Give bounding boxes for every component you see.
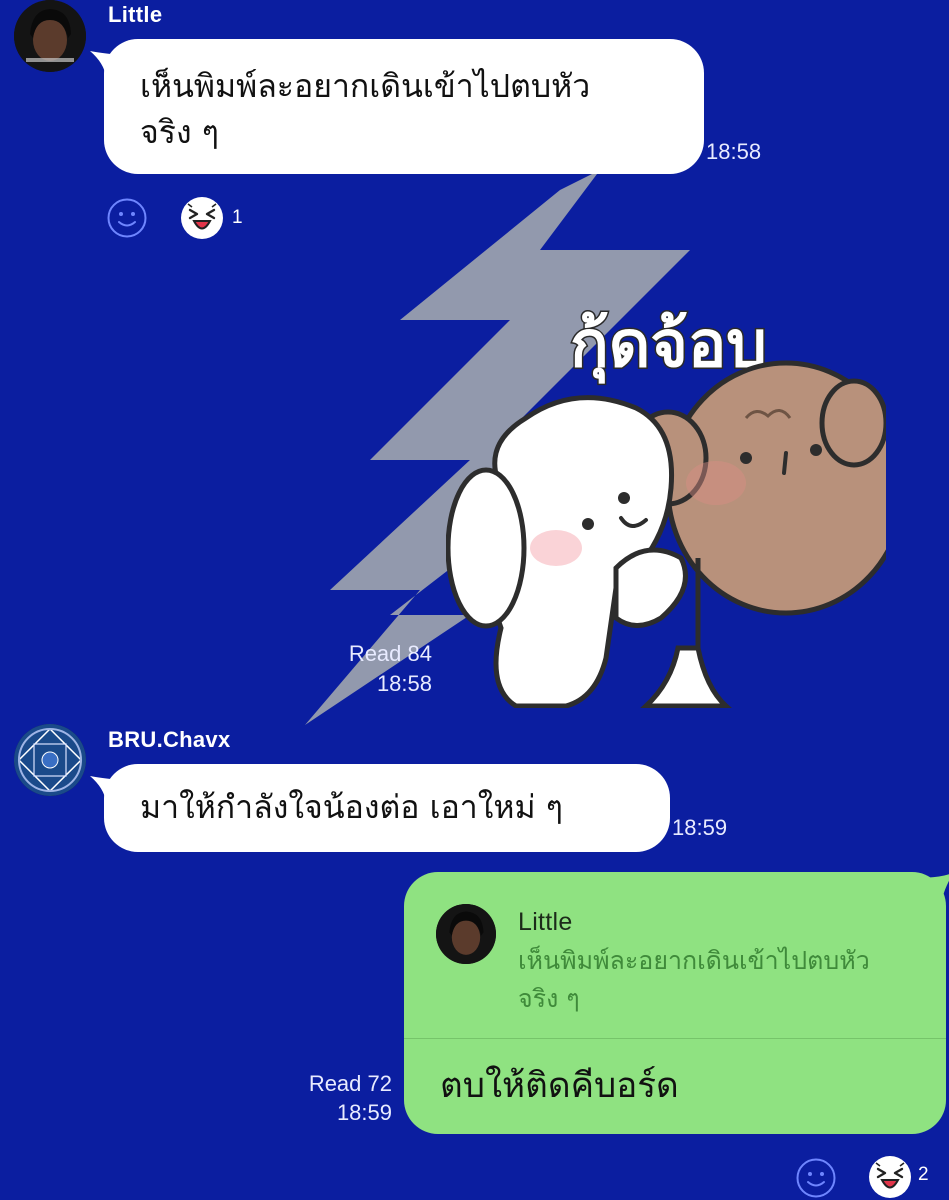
sender-name: Little (108, 2, 163, 27)
message-time: 18:59 (672, 815, 728, 840)
message-text-line: เห็นพิมพ์ละอยากเดินเข้าไปตบหัว (140, 67, 591, 105)
reaction-count: 1 (232, 207, 243, 228)
bubble-tail (90, 776, 120, 802)
message-time: 18:59 (336, 1100, 392, 1125)
add-reaction-button[interactable] (107, 198, 147, 238)
reply-text: ตบให้ติดคีบอร์ด (440, 1066, 679, 1106)
bubble-tail (90, 51, 120, 77)
add-reaction-button[interactable] (796, 1158, 836, 1198)
message-bubble[interactable]: เห็นพิมพ์ละอยากเดินเข้าไปตบหัว จริง ๆ (90, 39, 704, 174)
quoted-text-line: เห็นพิมพ์ละอยากเดินเข้าไปตบหัว (518, 946, 870, 975)
bubble-tail (914, 874, 949, 906)
laughing-face-icon[interactable] (868, 1155, 912, 1199)
avatar-bru-chavx[interactable] (14, 724, 86, 796)
quote-divider (404, 1038, 946, 1039)
laughing-face-icon[interactable] (180, 196, 224, 240)
sticker-image[interactable]: กุ้ดจ้อบ (446, 288, 886, 708)
message-time: 18:58 (706, 139, 762, 164)
reaction-count: 2 (918, 1164, 929, 1185)
message-text-line: จริง ๆ (140, 113, 219, 151)
my-reply-bubble[interactable]: Little เห็นพิมพ์ละอยากเดินเข้าไปตบหัว จร… (404, 872, 949, 1134)
sender-name: BRU.Chavx (108, 727, 231, 752)
message-bubble[interactable]: มาให้กำลังใจน้องต่อ เอาใหม่ ๆ (90, 764, 670, 852)
quoted-text-line: จริง ๆ (518, 984, 580, 1013)
quoted-message[interactable]: เห็นพิมพ์ละอยากเดินเข้าไปตบหัว จริง ๆ (518, 942, 928, 1018)
read-receipt: Read 84 (348, 641, 432, 666)
message-time: 18:58 (376, 671, 432, 696)
message-text: มาให้กำลังใจน้องต่อ เอาใหม่ ๆ (140, 788, 563, 826)
quoted-sender-name: Little (518, 908, 573, 936)
quoted-avatar (436, 904, 496, 964)
avatar-little[interactable] (14, 0, 86, 72)
read-receipt: Read 72 (308, 1071, 392, 1096)
